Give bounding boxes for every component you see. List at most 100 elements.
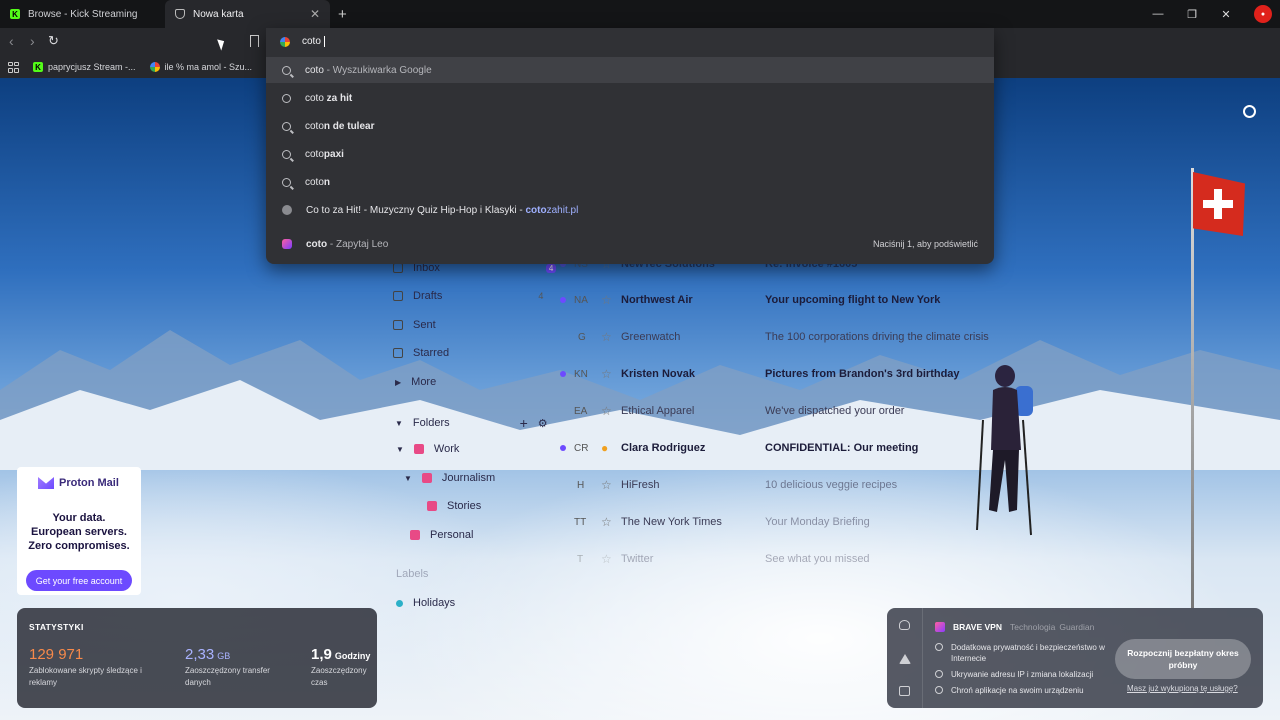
folder-icon (427, 501, 437, 511)
folders-label: Folders (412, 417, 450, 429)
mail-labels-header: Labels (396, 568, 428, 580)
stat-trackers: 129 971 Zablokowane skrypty śledzące i r… (29, 646, 149, 689)
suggestion-item[interactable]: coton de tulear (266, 113, 994, 139)
warning-triangle-icon[interactable] (899, 654, 911, 664)
mail-avatar: H (577, 479, 585, 491)
monitor-icon[interactable] (899, 686, 910, 696)
vpn-already-purchased-link[interactable]: Masz już wykupioną tę usługę? (1127, 684, 1238, 693)
stat-value: 1,9 (311, 646, 332, 663)
vpn-feature-text: Ukrywanie adresu IP i zmiana lokalizacji (951, 670, 1094, 679)
mail-avatar: NA (574, 294, 588, 306)
suggestion-query: coto (305, 92, 324, 104)
stat-label: Zaoszczędzony czas (311, 666, 367, 687)
mail-nav-label: More (411, 376, 437, 388)
vpn-trial-button[interactable]: Rozpocznij bezpłatny okres próbny (1115, 639, 1251, 679)
tab-title: Browse - Kick Streaming (28, 8, 138, 20)
leo-hint: Naciśnij 1, aby podświetlić (872, 239, 978, 249)
omnibox-dropdown: coto coto - Wyszukiwarka Google coto za … (266, 28, 994, 264)
mail-subject: 10 delicious veggie recipes (765, 479, 898, 491)
kick-icon: K (10, 9, 20, 19)
kick-icon: K (33, 62, 43, 72)
mail-subject: We've dispatched your order (765, 405, 905, 417)
suggestion-item[interactable]: coto - Wyszukiwarka Google (266, 57, 994, 83)
hiker-figure (976, 365, 1033, 536)
google-icon (149, 62, 160, 72)
restore-icon[interactable]: ❐ (1186, 8, 1198, 21)
guardian-label: Guardian (1059, 622, 1095, 632)
stat-time: 1,9 Godziny Zaoszczędzony czas (311, 646, 373, 689)
mail-subject: See what you missed (765, 553, 870, 565)
vpn-tech: Technologia (1009, 622, 1056, 632)
bookmark-item[interactable]: K paprycjusz Stream -... (33, 62, 136, 72)
mail-nav-more: ▶ More (395, 376, 436, 388)
close-window-icon[interactable]: ✕ (1220, 8, 1232, 21)
proton-cta-button[interactable]: Get your free account (26, 570, 132, 591)
suggestion-item[interactable]: cotopaxi (266, 141, 994, 167)
bookmark-label: paprycjusz Stream -... (48, 62, 136, 72)
folder-label: Stories (447, 500, 482, 512)
address-bar[interactable]: coto (266, 28, 994, 56)
mail-avatar: EA (574, 405, 588, 417)
mail-avatar: TT (574, 516, 587, 528)
vpn-feature: Ukrywanie adresu IP i zmiana lokalizacji (935, 669, 1105, 680)
back-arrow-icon[interactable]: ‹ (9, 33, 14, 49)
mail-nav-label: Sent (413, 319, 436, 331)
bookmark-item[interactable]: ile % ma amol - Szu... (149, 62, 253, 72)
reload-icon[interactable]: ↻ (48, 33, 59, 49)
suggestion-completion: n de tulear (323, 120, 375, 132)
bookmark-label: ile % ma amol - Szu... (164, 62, 253, 72)
apps-grid-icon[interactable] (8, 61, 19, 73)
tab-kick[interactable]: K Browse - Kick Streaming (0, 0, 165, 28)
chevron-down-icon: ▼ (404, 473, 412, 483)
new-tab-plus-icon[interactable]: + (338, 6, 347, 23)
ntp-settings-gear-icon[interactable] (1243, 105, 1256, 118)
profile-avatar[interactable]: ● (1254, 5, 1272, 23)
address-input[interactable]: coto (302, 36, 325, 48)
minimize-icon[interactable]: — (1152, 8, 1164, 20)
suggestion-completion: n (323, 176, 331, 188)
drafts-icon (393, 291, 403, 301)
chevron-right-icon: ▶ (395, 377, 402, 387)
stat-label: Zaoszczędzony transfer danych (185, 666, 270, 687)
proton-mail-icon (38, 477, 54, 489)
suggestion-item[interactable]: coto za hit (266, 85, 994, 111)
mail-sender: Ethical Apparel (621, 405, 695, 417)
tab-new-tab[interactable]: Nowa karta ✕ (165, 0, 330, 28)
vpn-shield-icon[interactable] (899, 620, 910, 630)
vpn-widget: BRAVE VPN Technologia Guardian Dodatkowa… (887, 608, 1263, 708)
suggestion-query: coto (305, 148, 324, 160)
leo-suffix: - Zapytaj Leo (327, 238, 389, 250)
mail-folder: ▼ Work (396, 443, 459, 455)
mail-nav-label: Starred (413, 347, 450, 359)
folder-icon (421, 473, 432, 483)
star-icon: ☆ (601, 293, 612, 307)
stat-value: 129 971 (29, 646, 84, 663)
chevron-down-icon: ▼ (395, 418, 403, 428)
tab-strip: K Browse - Kick Streaming Nowa karta ✕ +… (0, 0, 1280, 28)
suggestion-leo[interactable]: coto - Zapytaj Leo Naciśnij 1, aby podśw… (266, 231, 994, 257)
mail-folders-header: ▼ Folders + ⚙ (395, 415, 548, 431)
check-icon (935, 670, 943, 678)
suggestion-site[interactable]: Co to za Hit! - Muzyczny Quiz Hip-Hop i … (266, 197, 994, 223)
forward-arrow-icon[interactable]: › (30, 33, 35, 49)
star-icon: ☆ (601, 404, 612, 418)
vpn-feature: Chroń aplikacje na swoim urządzeniu (935, 685, 1105, 696)
sponsored-proton-card[interactable]: Proton Mail Your data. European servers.… (17, 467, 141, 595)
tab-title: Nowa karta (193, 8, 244, 20)
stats-widget: STATYSTYKI 129 971 Zablokowane skrypty ś… (17, 608, 377, 708)
suggestion-item[interactable]: coton (266, 169, 994, 195)
bookmark-icon[interactable] (250, 35, 259, 47)
suggestion-query: coto (305, 176, 324, 188)
mail-sender: The New York Times (621, 516, 722, 528)
mail-sender: Twitter (621, 553, 654, 565)
site-url-rest: zahit.pl (546, 204, 579, 216)
close-tab-icon[interactable]: ✕ (310, 7, 320, 21)
mail-folder: ▼ Journalism (404, 472, 495, 484)
vpn-feature-text: Chroń aplikacje na swoim urządzeniu (951, 686, 1084, 695)
history-icon (282, 93, 291, 103)
mail-label: Holidays (396, 597, 455, 609)
window-controls: — ❐ ✕ ● (1152, 0, 1272, 28)
star-filled-icon: ● (601, 441, 609, 455)
plus-icon: + (519, 415, 528, 431)
google-icon (280, 37, 290, 47)
